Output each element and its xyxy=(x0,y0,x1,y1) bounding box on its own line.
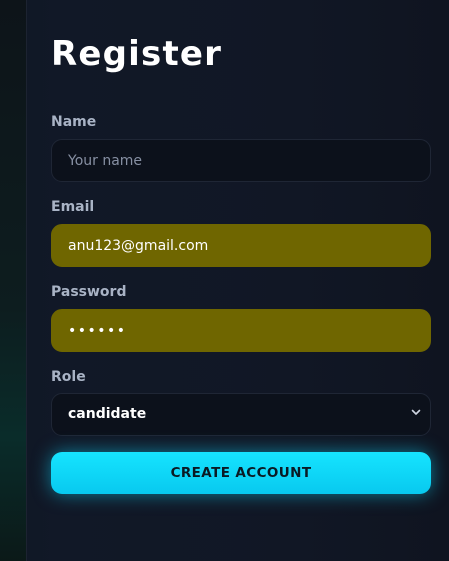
name-label: Name xyxy=(51,114,97,130)
role-label: Role xyxy=(51,369,86,385)
panel-divider xyxy=(26,0,27,561)
name-input[interactable] xyxy=(51,139,431,182)
email-input[interactable] xyxy=(51,224,431,267)
role-select[interactable]: candidate xyxy=(51,393,431,436)
register-page: Register Name Email Password Role candid… xyxy=(0,0,449,561)
page-title: Register xyxy=(51,34,223,74)
email-label: Email xyxy=(51,199,95,215)
chevron-down-icon xyxy=(411,409,421,415)
left-panel-edge xyxy=(0,0,26,561)
role-select-value: candidate xyxy=(68,406,147,422)
password-label: Password xyxy=(51,284,127,300)
create-account-button[interactable]: CREATE ACCOUNT xyxy=(51,452,431,494)
password-input[interactable] xyxy=(51,309,431,352)
